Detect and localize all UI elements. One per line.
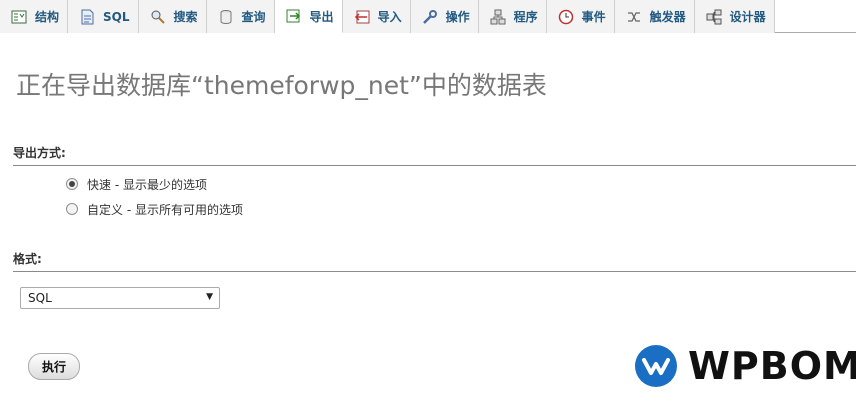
import-icon [353, 9, 371, 25]
tab-label: 导入 [377, 10, 402, 24]
radio-quick-export[interactable]: 快速 - 显示最少的选项 [66, 176, 207, 192]
tab-label: 导出 [309, 9, 334, 24]
tab-import[interactable]: 导入 [342, 0, 411, 33]
sql-icon [78, 9, 96, 25]
tab-events[interactable]: 事件 [546, 0, 615, 33]
clock-icon [557, 9, 575, 25]
wpbom-logo-icon [635, 345, 677, 387]
tab-label: 事件 [581, 10, 606, 24]
format-select[interactable]: SQL ▼ [20, 287, 220, 309]
structure-icon [10, 9, 28, 25]
triggers-icon [625, 9, 643, 25]
tab-operations[interactable]: 操作 [410, 0, 479, 33]
tab-label: SQL [103, 9, 130, 24]
tab-designer[interactable]: 设计器 [694, 0, 775, 33]
tab-label: 程序 [513, 10, 538, 24]
tab-structure[interactable]: 结构 [0, 0, 69, 33]
page-title: 正在导出数据库“themeforwp_net”中的数据表 [16, 71, 547, 100]
tab-query[interactable]: 查询 [206, 0, 275, 33]
tab-label: 触发器 [649, 10, 686, 24]
tab-label: 结构 [35, 10, 60, 24]
export-method-heading: 导出方式: [13, 144, 856, 166]
tab-export[interactable]: 导出 [274, 0, 343, 33]
tab-search[interactable]: 搜索 [138, 0, 207, 33]
go-button[interactable]: 执行 [28, 353, 80, 380]
export-icon [285, 8, 303, 24]
routines-icon [489, 9, 507, 25]
dropdown-arrow-icon: ▼ [206, 292, 213, 302]
radio-button-unchecked[interactable] [66, 203, 78, 215]
tab-label: 搜索 [173, 10, 198, 24]
designer-icon [705, 9, 723, 25]
tab-triggers[interactable]: 触发器 [614, 0, 695, 33]
tab-label: 操作 [445, 10, 470, 24]
search-icon [149, 9, 167, 25]
format-selected-value: SQL [28, 291, 52, 305]
tab-label: 设计器 [729, 10, 766, 24]
tab-label: 查询 [241, 10, 266, 24]
brand-text: WPBOM [688, 344, 856, 388]
radio-custom-export[interactable]: 自定义 - 显示所有可用的选项 [66, 201, 243, 217]
radio-label: 快速 - 显示最少的选项 [87, 177, 207, 192]
format-heading: 格式: [13, 250, 856, 272]
radio-button-checked[interactable] [66, 178, 78, 190]
wrench-icon [421, 9, 439, 25]
radio-label: 自定义 - 显示所有可用的选项 [87, 202, 243, 217]
query-icon [217, 9, 235, 25]
tab-bar: 结构 SQL 搜索 查询 导出 导入 操作 程序 事件 触发器 设计器 [0, 0, 856, 33]
tab-routines[interactable]: 程序 [478, 0, 547, 33]
brand-logo: WPBOM [634, 344, 856, 388]
tab-sql[interactable]: SQL [68, 0, 139, 33]
